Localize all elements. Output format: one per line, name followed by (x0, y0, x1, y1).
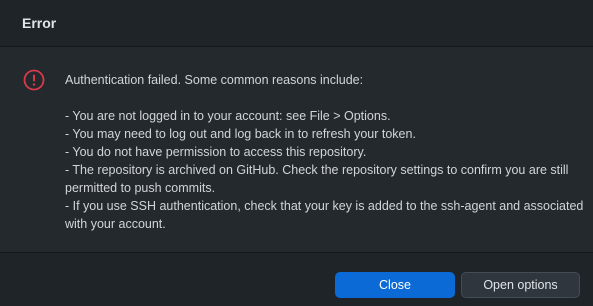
reason-line: - The repository is archived on GitHub. … (65, 163, 569, 177)
open-options-button[interactable]: Open options (461, 272, 580, 298)
dialog-title: Error (22, 15, 57, 31)
alert-circle-icon (22, 68, 46, 92)
error-message: Authentication failed. Some common reaso… (65, 71, 584, 233)
dialog-body: Authentication failed. Some common reaso… (0, 47, 593, 252)
error-dialog: Error Authentication failed. Some common… (0, 0, 593, 306)
reason-line: with your account. (65, 217, 166, 231)
reason-line: - If you use SSH authentication, check t… (65, 199, 584, 213)
reason-line: - You do not have permission to access t… (65, 145, 367, 159)
reason-line: - You are not logged in to your account:… (65, 109, 391, 123)
reason-line: - You may need to log out and log back i… (65, 127, 416, 141)
message-intro: Authentication failed. Some common reaso… (65, 73, 364, 87)
dialog-titlebar: Error (0, 0, 593, 47)
reason-line: permitted to push commits. (65, 181, 216, 195)
close-button[interactable]: Close (335, 272, 455, 298)
dialog-footer: Close Open options (0, 252, 593, 306)
